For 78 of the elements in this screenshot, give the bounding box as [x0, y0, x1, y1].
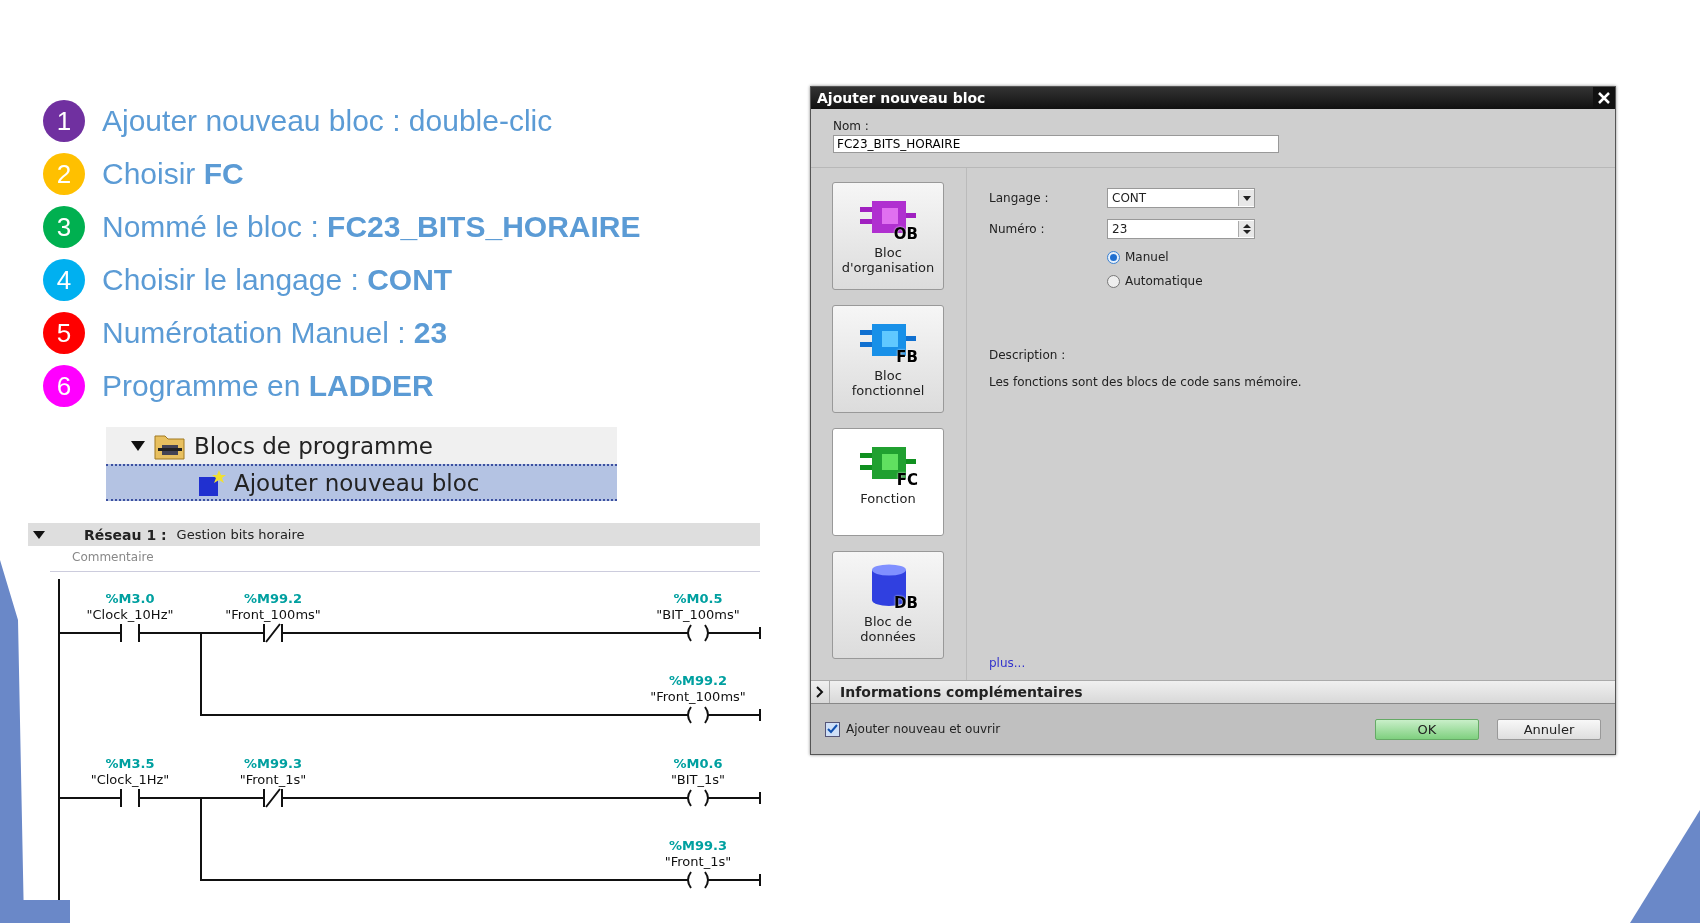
close-icon	[1597, 91, 1611, 105]
step-number: 6	[43, 365, 85, 407]
spin-arrows-icon	[1241, 223, 1252, 235]
checkbox[interactable]	[825, 721, 840, 737]
expand-arrow-icon[interactable]	[130, 439, 146, 452]
tag-name: "Clock_10Hz"	[86, 607, 174, 622]
tag-name: "BIT_100ms"	[656, 607, 740, 622]
step-number: 4	[43, 259, 85, 301]
block-type-label: Fonction	[860, 491, 916, 506]
block-type-code: DB	[894, 594, 918, 612]
coil-symbol[interactable]	[687, 706, 709, 724]
comment-field[interactable]: Commentaire	[72, 550, 760, 571]
ok-button[interactable]: OK	[1375, 718, 1479, 740]
number-spinbox[interactable]: 23	[1107, 219, 1255, 239]
tag-address: %M3.0	[105, 591, 155, 606]
close-button[interactable]	[1593, 87, 1615, 109]
name-field[interactable]: FC23_BITS_HORAIRE	[833, 135, 1279, 153]
normally-closed-contact[interactable]	[263, 623, 283, 643]
network-description: Gestion bits horaire	[176, 527, 305, 542]
coil-symbol[interactable]	[687, 624, 709, 642]
block-type-button[interactable]: DB Bloc de données	[832, 551, 944, 659]
tag-name: "Clock_1Hz"	[90, 772, 170, 787]
chevron-icon	[816, 686, 824, 698]
radio-option[interactable]: Automatique	[1107, 274, 1615, 288]
step-text: Ajouter nouveau bloc : double-clic	[102, 104, 553, 138]
language-dropdown[interactable]: CONT	[1107, 188, 1255, 208]
normally-closed-contact[interactable]	[263, 788, 283, 808]
description-label: Description :	[989, 348, 1067, 362]
tree-item[interactable]: Blocs de programme	[194, 432, 433, 459]
tag-name: "Front_1s"	[664, 854, 732, 869]
tag-address: %M3.5	[105, 756, 155, 771]
step-number: 5	[43, 312, 85, 354]
tag-address: %M0.6	[673, 756, 723, 771]
block-type-code: OB	[893, 225, 918, 243]
normally-open-contact[interactable]	[120, 623, 140, 643]
tag-address: %M99.2	[669, 673, 727, 688]
step-number: 3	[43, 206, 85, 248]
coil-symbol[interactable]	[687, 789, 709, 807]
description-text: Les fonctions sont des blocs de code sans mémoire.	[989, 375, 1303, 389]
block-type-button[interactable]: FC Fonction	[832, 428, 944, 536]
step-text: Programme en LADDER	[102, 369, 434, 403]
step-text: Choisir le langage : CONT	[102, 263, 453, 297]
coil-symbol[interactable]	[687, 871, 709, 889]
block-type-button[interactable]: OB Bloc d'organisation	[832, 182, 944, 290]
field-label: Nom :	[833, 119, 870, 133]
block-type-label: Bloc fonctionnel	[850, 368, 926, 398]
new-block-icon	[198, 468, 226, 497]
tag-address: %M99.2	[244, 591, 302, 606]
more-link[interactable]: plus...	[989, 656, 1026, 670]
check-icon	[827, 724, 838, 734]
tag-address: %M99.3	[244, 756, 302, 771]
field-label: Langage :	[989, 191, 1050, 205]
block-type-label: Bloc de données	[859, 614, 917, 644]
tag-name: "Front_100ms"	[650, 689, 746, 704]
block-type-button[interactable]: FB Bloc fonctionnel	[832, 305, 944, 413]
expander-bar[interactable]: Informations complémentaires	[811, 680, 1615, 704]
tag-address: %M99.3	[669, 838, 727, 853]
block-type-code: FB	[896, 348, 918, 366]
network-title: Réseau 1 :	[84, 526, 167, 543]
tag-address: %M0.5	[673, 591, 723, 606]
step-text: Choisir FC	[102, 157, 244, 191]
normally-open-contact[interactable]	[120, 788, 140, 808]
field-label: Numéro :	[989, 222, 1046, 236]
radio-option[interactable]: Manuel	[1107, 250, 1615, 264]
step-number: 1	[43, 100, 85, 142]
dialog-title: Ajouter nouveau bloc	[817, 90, 986, 106]
step-text: Numérotation Manuel : 23	[102, 316, 448, 350]
checkbox-label: Ajouter nouveau et ouvrir	[846, 722, 1001, 736]
tag-name: "Front_100ms"	[225, 607, 321, 622]
step-number: 2	[43, 153, 85, 195]
step-text: Nommé le bloc : FC23_BITS_HORAIRE	[102, 210, 641, 244]
block-type-code: FC	[896, 471, 918, 489]
tag-name: "BIT_1s"	[670, 772, 726, 787]
tree-item[interactable]: Ajouter nouveau bloc	[106, 464, 617, 501]
cancel-button[interactable]: Annuler	[1497, 718, 1601, 740]
collapse-arrow-icon[interactable]	[32, 529, 46, 540]
tag-name: "Front_1s"	[239, 772, 307, 787]
block-type-label: Bloc d'organisation	[840, 245, 936, 275]
